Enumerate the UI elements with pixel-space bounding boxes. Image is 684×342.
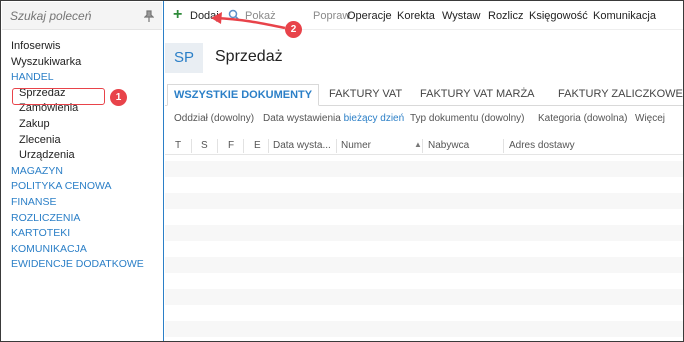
sidebar-section-ewidencje[interactable]: EWIDENCJE DODATKOWE xyxy=(11,257,144,273)
documents-grid: T S F E Data wysta... Numer ▲ Nabywca Ad… xyxy=(165,137,683,341)
filter-more[interactable]: Więcej xyxy=(635,113,665,124)
sort-ascending-icon[interactable]: ▲ xyxy=(414,140,422,149)
callout-badge-2: 2 xyxy=(285,21,302,38)
add-button[interactable]: Dodaj xyxy=(190,10,219,22)
table-row[interactable] xyxy=(165,273,683,289)
filter-branch[interactable]: Oddział (dowolny) xyxy=(174,113,254,124)
toolbar: + Dodaj Pokaż Popraw Operacje Korekta Wy… xyxy=(165,2,683,30)
column-divider[interactable] xyxy=(336,139,337,153)
sidebar-nav: Infoserwis Wyszukiwarka HANDEL Sprzedaż … xyxy=(11,39,144,273)
correction-button[interactable]: Korekta xyxy=(397,10,435,22)
table-row[interactable] xyxy=(165,257,683,273)
app-window: Infoserwis Wyszukiwarka HANDEL Sprzedaż … xyxy=(0,0,684,342)
edit-button[interactable]: Popraw xyxy=(313,10,350,22)
callout-highlight-sprzedaz xyxy=(12,88,105,105)
column-divider[interactable] xyxy=(422,139,423,153)
column-delivery-address[interactable]: Adres dostawy xyxy=(509,140,575,151)
tab-advance-invoices[interactable]: FAKTURY ZALICZKOWE xyxy=(558,84,683,106)
tab-all-documents[interactable]: WSZYSTKIE DOKUMENTY xyxy=(167,84,320,106)
table-row[interactable] xyxy=(165,321,683,337)
filter-category[interactable]: Kategoria (dowolna) xyxy=(538,113,628,124)
sidebar-section-komunikacja[interactable]: KOMUNIKACJA xyxy=(11,242,144,258)
accounting-menu[interactable]: Księgowość xyxy=(529,10,588,22)
sidebar-section-polityka-cenowa[interactable]: POLITYKA CENOWA xyxy=(11,179,144,195)
document-tabs: WSZYSTKIE DOKUMENTY FAKTURY VAT FAKTURY … xyxy=(165,84,683,106)
table-row[interactable] xyxy=(165,305,683,321)
tab-vat-margin-invoices[interactable]: FAKTURY VAT MARŻA xyxy=(420,84,535,106)
sidebar-section-finanse[interactable]: FINANSE xyxy=(11,195,144,211)
column-divider[interactable] xyxy=(217,139,218,153)
column-f[interactable]: F xyxy=(228,140,234,151)
table-row[interactable] xyxy=(165,193,683,209)
column-buyer[interactable]: Nabywca xyxy=(428,140,469,151)
filter-issue-date-value[interactable]: bieżący dzień xyxy=(344,113,405,124)
grid-header: T S F E Data wysta... Numer ▲ Nabywca Ad… xyxy=(165,137,683,155)
plus-icon[interactable]: + xyxy=(173,7,185,23)
filter-issue-date-label: Data wystawienia xyxy=(263,113,341,124)
column-e[interactable]: E xyxy=(254,140,261,151)
column-t[interactable]: T xyxy=(175,140,181,151)
sidebar-item-zakup[interactable]: Zakup xyxy=(11,117,144,133)
magnifier-icon[interactable] xyxy=(228,9,240,21)
operations-menu[interactable]: Operacje xyxy=(347,10,392,22)
pin-icon[interactable] xyxy=(143,10,155,22)
sidebar-section-kartoteki[interactable]: KARTOTEKI xyxy=(11,226,144,242)
tab-vat-invoices[interactable]: FAKTURY VAT xyxy=(329,84,402,106)
callout-badge-1: 1 xyxy=(110,89,127,106)
sidebar: Infoserwis Wyszukiwarka HANDEL Sprzedaż … xyxy=(1,1,164,341)
filter-issue-date[interactable]: Data wystawienia bieżący dzień xyxy=(263,113,404,124)
show-button[interactable]: Pokaż xyxy=(245,10,276,22)
command-search-input[interactable] xyxy=(10,9,130,23)
column-divider[interactable] xyxy=(243,139,244,153)
settle-button[interactable]: Rozlicz xyxy=(488,10,523,22)
column-divider[interactable] xyxy=(191,139,192,153)
sidebar-item-urzadzenia[interactable]: Urządzenia xyxy=(11,148,144,164)
issue-button[interactable]: Wystaw xyxy=(442,10,480,22)
table-row[interactable] xyxy=(165,289,683,305)
sidebar-section-magazyn[interactable]: MAGAZYN xyxy=(11,164,144,180)
module-badge: SP xyxy=(165,43,203,73)
column-issue-date[interactable]: Data wysta... xyxy=(273,140,331,151)
table-row[interactable] xyxy=(165,177,683,193)
page-title: Sprzedaż xyxy=(215,48,283,65)
sidebar-item-wyszukiwarka[interactable]: Wyszukiwarka xyxy=(11,55,144,71)
table-row[interactable] xyxy=(165,225,683,241)
column-s[interactable]: S xyxy=(201,140,208,151)
filter-document-type[interactable]: Typ dokumentu (dowolny) xyxy=(410,113,525,124)
table-row[interactable] xyxy=(165,161,683,177)
column-divider[interactable] xyxy=(503,139,504,153)
table-row[interactable] xyxy=(165,241,683,257)
sidebar-section-handel[interactable]: HANDEL xyxy=(11,70,144,86)
command-search xyxy=(2,2,162,30)
communication-menu[interactable]: Komunikacja xyxy=(593,10,656,22)
filter-bar: Oddział (dowolny) Data wystawienia bieżą… xyxy=(165,111,683,129)
sidebar-item-zlecenia[interactable]: Zlecenia xyxy=(11,133,144,149)
column-divider[interactable] xyxy=(268,139,269,153)
sidebar-section-rozliczenia[interactable]: ROZLICZENIA xyxy=(11,211,144,227)
table-row[interactable] xyxy=(165,209,683,225)
sidebar-item-infoserwis[interactable]: Infoserwis xyxy=(11,39,144,55)
column-number[interactable]: Numer xyxy=(341,140,371,151)
